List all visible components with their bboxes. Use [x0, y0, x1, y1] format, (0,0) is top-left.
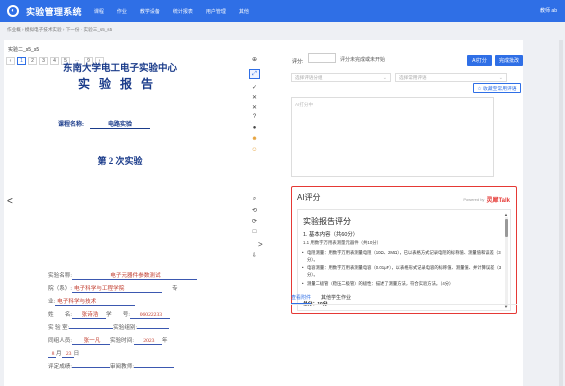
result-section: 1. 基本内容（共60分） — [303, 232, 359, 238]
annotation-toolbar: ⊕ ⤢ ✓ ✕ ✕ ? ● ☻ ☺ ⌕ ⟲ ⟳ □ ⇩ — [249, 54, 261, 264]
comment-textarea[interactable]: AI打分中 — [291, 97, 494, 177]
scrollbar[interactable] — [505, 217, 508, 307]
document-filename: 实验二_s5_s5 — [8, 47, 40, 53]
nav-reports[interactable]: 统计报表 — [173, 8, 193, 15]
chevron-down-icon: ⌄ — [498, 74, 503, 81]
year-label: 年 — [161, 338, 168, 344]
good-stamp-icon[interactable]: ☻ — [249, 134, 260, 144]
exp-name-label: 实验名称: — [48, 273, 72, 279]
comment-group-select[interactable]: 选择评语分组 ⌄ — [291, 73, 391, 82]
experiment-number: 第 2 次实验 — [97, 156, 143, 166]
comment-placeholder: AI打分中 — [295, 102, 314, 107]
question-mark-icon[interactable]: ? — [249, 112, 260, 122]
year-value: 2023 — [133, 338, 162, 345]
download-icon[interactable]: ⇩ — [249, 250, 260, 260]
ai-panel-title: AI评分 — [297, 193, 321, 202]
reviewer-label: 审阅教师: — [109, 364, 134, 370]
fit-page-icon[interactable]: ⤢ — [249, 69, 260, 79]
redo-icon[interactable]: ⟳ — [249, 216, 260, 226]
scrollbar-thumb[interactable] — [505, 219, 508, 237]
comment-group-value: 选择评语分组 — [295, 74, 323, 80]
nav-users[interactable]: 用户管理 — [206, 8, 226, 15]
common-comment-select[interactable]: 选择常用评语 ⌄ — [395, 73, 507, 82]
score-input-label: 评分: — [292, 59, 304, 65]
app-title: 实验管理系统 — [26, 6, 82, 17]
report-title: 实验报告 — [77, 77, 162, 91]
result-item: 电容测量：用数字万用表测量电容（0.01μF），以表格形式记录电容的标称值、测量… — [302, 265, 502, 278]
nav-equipment[interactable]: 教学设备 — [140, 8, 160, 15]
score-status-hint: 评分未完成或未开始 — [340, 57, 386, 63]
month-value: 8 — [48, 351, 56, 358]
save-common-comment-button[interactable]: ☆ 收藏至常用评语 — [473, 83, 521, 93]
group-label: 实验组别: — [113, 325, 138, 331]
user-menu[interactable]: 教师 ab — [540, 7, 557, 14]
course-label: 课程名称: — [58, 122, 84, 128]
major-value: 电子科学与技术 — [55, 297, 136, 306]
major-label-2: 业: — [48, 299, 56, 305]
zoom-in-icon[interactable]: ⊕ — [249, 54, 260, 64]
finish-grading-button[interactable]: 完成批改 — [495, 55, 523, 66]
partner-label: 同组人员: — [48, 338, 72, 344]
dot-stamp-icon[interactable]: ● — [249, 123, 260, 133]
dept-label: 院（系）: — [48, 286, 72, 292]
tab-attachments[interactable]: 查看附件 — [291, 294, 312, 304]
half-cross-icon[interactable]: ✕ — [249, 102, 260, 112]
brand-logo: 灵犀Talk — [486, 198, 510, 204]
tab-other-students[interactable]: 其他学生作业 — [321, 294, 351, 304]
room-value — [69, 328, 114, 329]
top-navbar: ◐ 实验管理系统 课程 作业 教学设备 统计报表 用户管理 其他 教师 ab — [0, 0, 565, 22]
smile-stamp-icon[interactable]: ☺ — [249, 145, 260, 155]
room-label: 实 验 室: — [48, 325, 70, 331]
ai-score-button[interactable]: AI打分 — [467, 55, 492, 66]
group-value — [137, 328, 170, 329]
powered-by: Powered by 灵犀Talk — [463, 195, 510, 204]
name-value: 张诗浩 — [71, 310, 106, 319]
chevron-down-icon: ⌄ — [382, 74, 387, 81]
result-subsection: 1.1 用数字万用表测量元器件（共10分） — [303, 240, 382, 245]
app-logo[interactable]: ◐ 实验管理系统 — [7, 5, 82, 18]
day-label: 日 — [73, 351, 80, 357]
major-label: 专 — [171, 286, 178, 292]
next-document-arrow[interactable]: > — [258, 240, 263, 249]
result-item: 测量二极管（稳压二极管）的极性：描述了测量方法，符合实验方法。（4分） — [302, 281, 502, 288]
page-2[interactable]: 2 — [28, 57, 37, 65]
check-mark-icon[interactable]: ✓ — [249, 82, 260, 92]
course-value: 电路实验 — [90, 119, 150, 129]
right-gutter — [559, 40, 563, 386]
score-label: 评定成绩: — [48, 364, 72, 370]
pen-icon[interactable]: ⌕ — [249, 194, 260, 204]
bottom-tabs: 查看附件 其他学生作业 — [291, 294, 361, 304]
nav-courses[interactable]: 课程 — [94, 8, 104, 15]
main-nav: 课程 作业 教学设备 统计报表 用户管理 其他 — [94, 8, 262, 15]
grading-panel: 评分: 评分未完成或未开始 AI打分 完成批改 选择评语分组 ⌄ 选择常用评语 ⌄ … — [287, 40, 523, 386]
day-value: 23 — [61, 351, 74, 358]
dept-value: 电子科学与工程学院 — [71, 284, 162, 293]
tab-divider — [291, 304, 517, 305]
id-label: 学 号: — [105, 312, 130, 318]
cross-mark-icon[interactable]: ✕ — [249, 92, 260, 102]
prev-document-arrow[interactable]: < — [7, 196, 13, 207]
partner-value: 张一凡 — [71, 336, 110, 345]
result-heading: 实验报告评分 — [303, 217, 351, 226]
logo-icon: ◐ — [7, 5, 19, 17]
exp-name-value: 电子元器件参数测试 — [71, 271, 197, 280]
nav-homework[interactable]: 作业 — [117, 8, 127, 15]
time-label: 实验时间: — [109, 338, 134, 344]
page-1[interactable]: 1 — [17, 57, 26, 65]
id-value: 06022233 — [129, 312, 170, 319]
undo-icon[interactable]: ⟲ — [249, 205, 260, 215]
breadcrumb[interactable]: 作业概 › 模拟电子技术实验 › 下一份 · 实验三_s5_s5 — [7, 27, 112, 33]
common-comment-value: 选择常用评语 — [399, 74, 427, 80]
course-line: 课程名称: 电路实验 — [58, 119, 150, 129]
result-item: 电阻测量：用数字万用表测量电阻（10Ω、2MΩ），已以表格方式记录电阻的标称值、… — [302, 250, 502, 263]
report-center-heading: 东南大学电工电子实验中心 — [62, 64, 177, 74]
score-value — [71, 367, 110, 368]
score-input[interactable] — [308, 53, 336, 63]
powered-by-label: Powered by — [463, 197, 485, 202]
reviewer-value — [133, 367, 174, 368]
name-label: 姓 名: — [48, 312, 72, 318]
prev-page-button[interactable]: ‹ — [6, 57, 15, 65]
delete-icon[interactable]: □ — [249, 227, 260, 237]
nav-other[interactable]: 其他 — [239, 8, 249, 15]
